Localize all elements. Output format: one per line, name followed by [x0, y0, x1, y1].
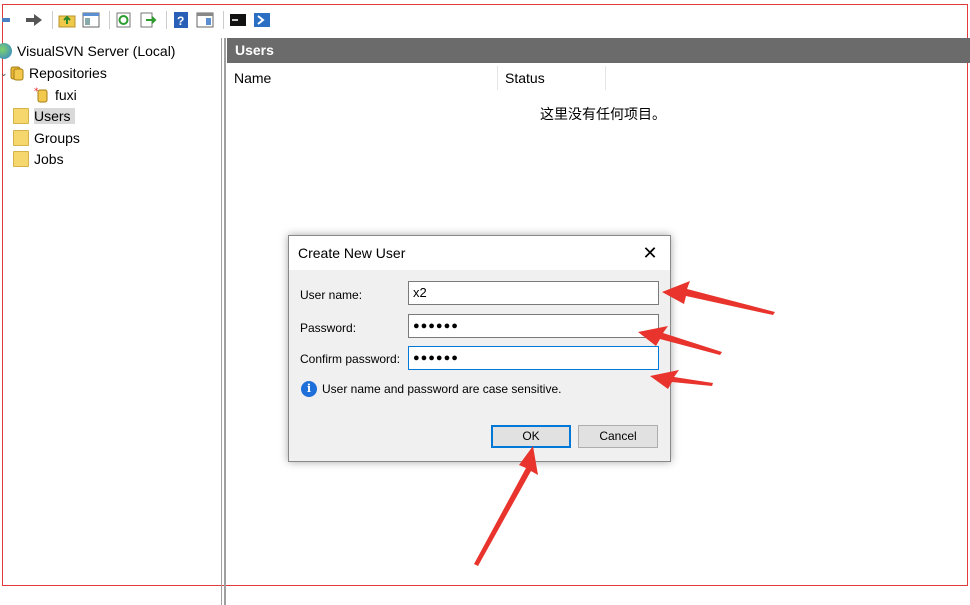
tree-item-repositories[interactable]: ⌄ Repositories [0, 63, 107, 83]
tree-item-users[interactable]: Users [13, 106, 75, 126]
arrow-right-icon[interactable] [24, 10, 44, 30]
info-icon: i [301, 381, 317, 397]
properties-icon[interactable] [195, 10, 215, 30]
ok-button[interactable]: OK [491, 425, 571, 448]
dialog-title: Create New User [298, 245, 406, 261]
close-icon[interactable]: ✕ [640, 243, 660, 263]
confirm-password-label: Confirm password: [300, 352, 401, 366]
tree-item-repo-fuxi[interactable]: * fuxi [34, 85, 77, 105]
confirm-password-field[interactable]: ●●●●●● [408, 346, 659, 370]
tree-item-label: Groups [34, 130, 80, 146]
powershell-icon[interactable] [252, 10, 272, 30]
folder-icon [13, 108, 29, 124]
empty-list-message: 这里没有任何项目。 [540, 106, 666, 122]
column-header-name[interactable]: Name [227, 66, 498, 90]
svg-text:?: ? [177, 14, 184, 28]
repository-icon: * [34, 87, 50, 103]
tree-item-jobs[interactable]: Jobs [13, 149, 64, 169]
tree-item-groups[interactable]: Groups [13, 128, 80, 148]
folder-up-icon[interactable] [57, 10, 77, 30]
dialog-titlebar[interactable]: Create New User ✕ [289, 236, 670, 270]
toolbar-separator [109, 11, 110, 29]
arrow-left-icon[interactable] [0, 10, 20, 30]
server-icon [0, 43, 12, 59]
arrow-to-username [662, 281, 775, 315]
username-field[interactable]: x2 [408, 281, 659, 305]
tree-item-label: Repositories [29, 65, 107, 81]
username-label: User name: [300, 288, 363, 302]
tree-item-label: Users [34, 108, 75, 124]
toolbar-separator [223, 11, 224, 29]
svg-text:*: * [34, 87, 39, 97]
create-user-dialog: Create New User ✕ User name: x2 Password… [288, 235, 671, 462]
info-row: i User name and password are case sensit… [301, 381, 561, 397]
toolbar-separator [52, 11, 53, 29]
arrow-to-ok [474, 446, 538, 566]
refresh-icon[interactable] [114, 10, 134, 30]
cancel-button[interactable]: Cancel [578, 425, 658, 448]
tree-item-label: fuxi [55, 87, 77, 103]
console-tree: VisualSVN Server (Local) ⌄ Repositories … [0, 38, 222, 605]
info-text: User name and password are case sensitiv… [322, 382, 562, 396]
column-header-status[interactable]: Status [498, 66, 606, 90]
folder-icon [13, 130, 29, 146]
toolbar-separator [166, 11, 167, 29]
help-icon[interactable]: ? [171, 10, 191, 30]
tree-item-label: VisualSVN Server (Local) [17, 43, 176, 59]
pane-title: Users [227, 38, 970, 63]
chevron-down-icon[interactable]: ⌄ [0, 68, 8, 79]
toolbar: ? [0, 8, 300, 32]
cmd-icon[interactable] [228, 10, 248, 30]
tree-item-label: Jobs [34, 151, 64, 167]
password-field[interactable]: ●●●●●● [408, 314, 659, 338]
folder-icon [13, 151, 29, 167]
export-icon[interactable] [138, 10, 158, 30]
console-tree-icon[interactable] [81, 10, 101, 30]
tree-item-root[interactable]: VisualSVN Server (Local) [0, 41, 175, 61]
repositories-icon [8, 65, 24, 81]
password-label: Password: [300, 321, 357, 335]
pane-splitter[interactable] [224, 38, 226, 605]
